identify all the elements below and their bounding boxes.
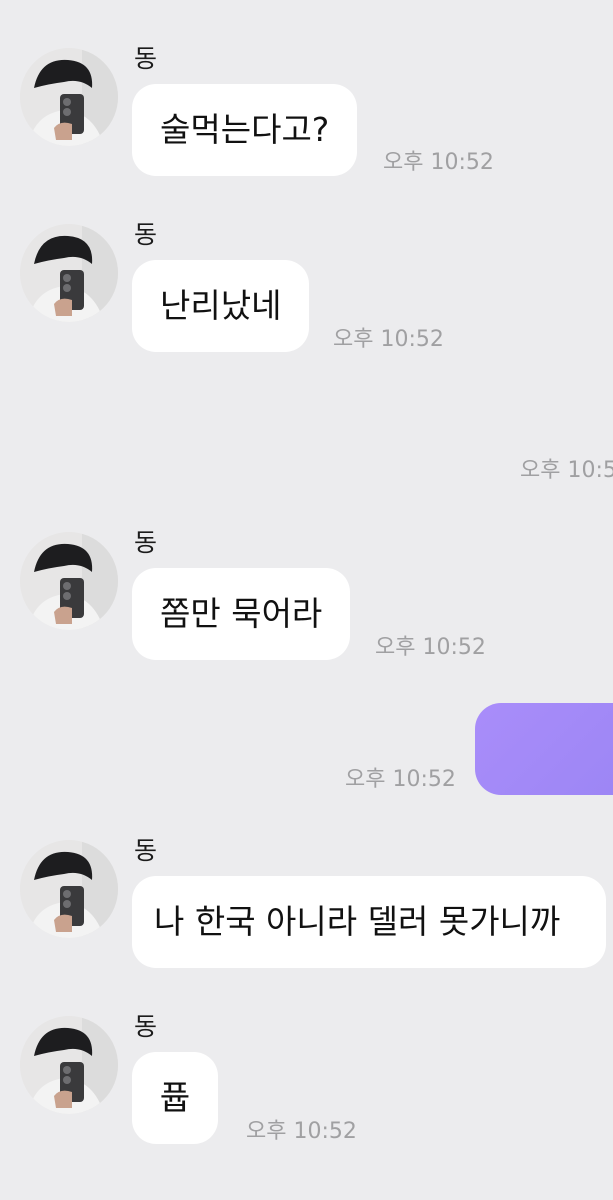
sender-name: 동: [134, 220, 158, 249]
profile-avatar[interactable]: [20, 1016, 118, 1114]
sender-name: 동: [134, 1012, 158, 1041]
chat-screen: 동 술먹는다고? 오후 10:52 동 난리났네 오후 10:52 오후 10:…: [0, 0, 613, 1200]
sender-name: 동: [134, 836, 158, 865]
message-bubble[interactable]: 나 한국 아니라 델러 못가니까: [132, 876, 606, 968]
profile-avatar[interactable]: [20, 48, 118, 146]
profile-avatar[interactable]: [20, 532, 118, 630]
message-timestamp: 오후 10:52: [246, 1119, 357, 1144]
message-timestamp: 오후 10:52: [375, 635, 486, 660]
my-message-bubble[interactable]: [475, 703, 613, 795]
message-bubble[interactable]: 퓹: [132, 1052, 219, 1144]
message-bubble[interactable]: 술먹는다고?: [132, 84, 358, 176]
sender-name: 동: [134, 528, 158, 557]
message-bubble[interactable]: 난리났네: [132, 260, 310, 352]
message-timestamp: 오후 10:52: [333, 327, 444, 352]
message-bubble[interactable]: 쫌만 묵어라: [132, 568, 351, 660]
profile-avatar[interactable]: [20, 840, 118, 938]
message-timestamp: 오후 10:52: [383, 150, 494, 175]
sender-name: 동: [134, 44, 158, 73]
message-timestamp: 오후 10:5: [520, 458, 613, 483]
profile-avatar[interactable]: [20, 224, 118, 322]
message-timestamp: 오후 10:52: [345, 767, 456, 792]
